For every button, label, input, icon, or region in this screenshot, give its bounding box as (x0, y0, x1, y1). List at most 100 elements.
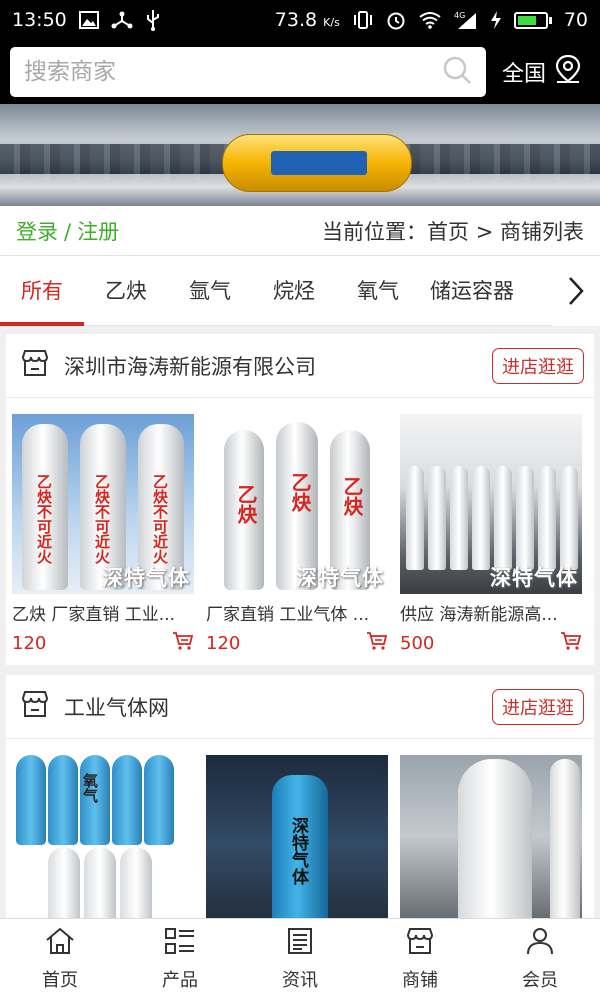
product-price: 120 (206, 632, 241, 654)
shop-title[interactable]: 深圳市海涛新能源有限公司 (20, 348, 316, 383)
home-icon (45, 927, 75, 960)
product-row: 氧气 深特气体 (6, 739, 594, 945)
cart-icon[interactable] (560, 631, 582, 655)
nav-member-label: 会员 (522, 970, 558, 991)
nav-home[interactable]: 首页 (0, 919, 120, 1000)
list-icon (164, 927, 196, 960)
status-time: 13:50 (12, 9, 67, 31)
cart-icon[interactable] (172, 631, 194, 655)
tab-all[interactable]: 所有 (0, 256, 84, 326)
category-tabs: 所有 乙炔 氩气 烷烃 氧气 储运容器 (0, 256, 600, 326)
cart-icon[interactable] (366, 631, 388, 655)
battery-level: 70 (563, 9, 588, 31)
tab-storage-container[interactable]: 储运容器 (420, 256, 524, 326)
product-card[interactable]: 深特气体 (206, 755, 388, 935)
product-image[interactable]: 乙炔 乙炔 乙炔 深特气体 (206, 414, 388, 594)
shop-name: 深圳市海涛新能源有限公司 (64, 354, 316, 379)
product-name: 乙炔 厂家直销 工业... (12, 605, 176, 625)
svg-text:4G: 4G (454, 11, 465, 20)
product-image-text: 乙炔 (340, 476, 364, 516)
tab-oxygen[interactable]: 氧气 (336, 256, 420, 326)
battery-icon (513, 11, 552, 29)
breadcrumb-prefix: 当前位置： (322, 219, 428, 244)
breadcrumb: 当前位置：首页 > 商铺列表 (322, 216, 584, 246)
product-image-text: 乙炔不可近火 (151, 474, 169, 564)
shop-list: 深圳市海涛新能源有限公司 进店逛逛 乙炔不可近火 乙炔不可近火 乙炔不可近火 深… (0, 326, 600, 945)
share-icon (111, 10, 133, 30)
breadcrumb-arrow: > (475, 219, 494, 244)
product-card[interactable]: 深特气体 供应 海涛新能源高... 500 (400, 414, 582, 655)
product-card[interactable]: 乙炔不可近火 乙炔不可近火 乙炔不可近火 深特气体 乙炔 厂家直销 工业... … (12, 414, 194, 655)
shop-card: 工业气体网 进店逛逛 氧气 深特气体 (6, 675, 594, 945)
product-watermark: 深特气体 (296, 566, 384, 590)
charging-icon (490, 10, 502, 30)
product-image-text: 乙炔 (288, 472, 312, 512)
shop-card: 深圳市海涛新能源有限公司 进店逛逛 乙炔不可近火 乙炔不可近火 乙炔不可近火 深… (6, 334, 594, 665)
product-image[interactable]: 氧气 (12, 755, 194, 935)
product-image-text: 乙炔不可近火 (93, 474, 111, 564)
nav-shops-label: 商铺 (402, 970, 438, 991)
product-image-text: 氧气 (81, 773, 99, 803)
tab-alkane[interactable]: 烷烃 (252, 256, 336, 326)
product-image-text: 乙炔 (234, 484, 258, 524)
login-separator: / (64, 219, 72, 244)
shop-icon (20, 348, 50, 383)
signal-icon: 4G (454, 10, 478, 30)
product-watermark: 深特气体 (102, 566, 190, 590)
shop-icon (20, 689, 50, 724)
product-card[interactable] (400, 755, 582, 935)
search-header: 全国 (0, 40, 600, 104)
tab-acetylene[interactable]: 乙炔 (84, 256, 168, 326)
shop-header: 深圳市海涛新能源有限公司 进店逛逛 (6, 334, 594, 398)
visit-shop-button[interactable]: 进店逛逛 (492, 347, 584, 384)
login-link[interactable]: 登录 (16, 220, 58, 244)
product-image-text: 乙炔不可近火 (35, 474, 53, 564)
app-screen: 13:50 73.8 K/s 4G 70 搜索商家 全国 登录 / 注册 当前位… (0, 0, 600, 1000)
banner-tank-logo (271, 151, 367, 175)
product-name: 供应 海涛新能源高... (400, 605, 558, 625)
nav-products-label: 产品 (162, 970, 198, 991)
breadcrumb-row: 登录 / 注册 当前位置：首页 > 商铺列表 (0, 206, 600, 256)
product-card[interactable]: 乙炔 乙炔 乙炔 深特气体 厂家直销 工业气体 ... 120 (206, 414, 388, 655)
product-watermark: 深特气体 (490, 566, 578, 590)
product-card[interactable]: 氧气 (12, 755, 194, 935)
product-image[interactable]: 深特气体 (400, 414, 582, 594)
nav-news[interactable]: 资讯 (240, 919, 360, 1000)
product-price: 120 (12, 632, 47, 654)
promo-banner[interactable] (0, 104, 600, 206)
usb-icon (145, 9, 161, 31)
news-icon (286, 927, 314, 960)
user-icon (526, 927, 554, 960)
bottom-nav: 首页 产品 资讯 商铺 会员 (0, 918, 600, 1000)
chevron-right-icon[interactable] (552, 256, 600, 326)
nav-shops[interactable]: 商铺 (360, 919, 480, 1000)
nav-news-label: 资讯 (282, 970, 318, 991)
breadcrumb-home[interactable]: 首页 (427, 220, 469, 244)
shop-header: 工业气体网 进店逛逛 (6, 675, 594, 739)
shop-name: 工业气体网 (64, 695, 169, 720)
vibrate-icon (352, 10, 374, 30)
location-pin-icon (554, 54, 582, 90)
product-image[interactable]: 乙炔不可近火 乙炔不可近火 乙炔不可近火 深特气体 (12, 414, 194, 594)
breadcrumb-current: 商铺列表 (500, 219, 584, 244)
visit-shop-button[interactable]: 进店逛逛 (492, 688, 584, 725)
tab-argon[interactable]: 氩气 (168, 256, 252, 326)
nav-products[interactable]: 产品 (120, 919, 240, 1000)
shop-title[interactable]: 工业气体网 (20, 689, 169, 724)
product-price: 500 (400, 632, 435, 654)
login-register: 登录 / 注册 (16, 216, 119, 246)
region-selector[interactable]: 全国 (502, 54, 582, 90)
register-link[interactable]: 注册 (77, 220, 119, 244)
product-name: 厂家直销 工业气体 ... (206, 605, 370, 625)
product-row: 乙炔不可近火 乙炔不可近火 乙炔不可近火 深特气体 乙炔 厂家直销 工业... … (6, 398, 594, 665)
product-image-text: 深特气体 (288, 817, 308, 885)
search-input[interactable] (24, 59, 404, 85)
network-speed: 73.8 K/s (274, 9, 340, 31)
nav-member[interactable]: 会员 (480, 919, 600, 1000)
product-image[interactable] (400, 755, 582, 935)
search-box[interactable] (10, 47, 486, 97)
product-image[interactable]: 深特气体 (206, 755, 388, 935)
shop-icon (405, 927, 435, 960)
region-label: 全国 (502, 62, 547, 87)
search-icon[interactable] (442, 55, 472, 89)
